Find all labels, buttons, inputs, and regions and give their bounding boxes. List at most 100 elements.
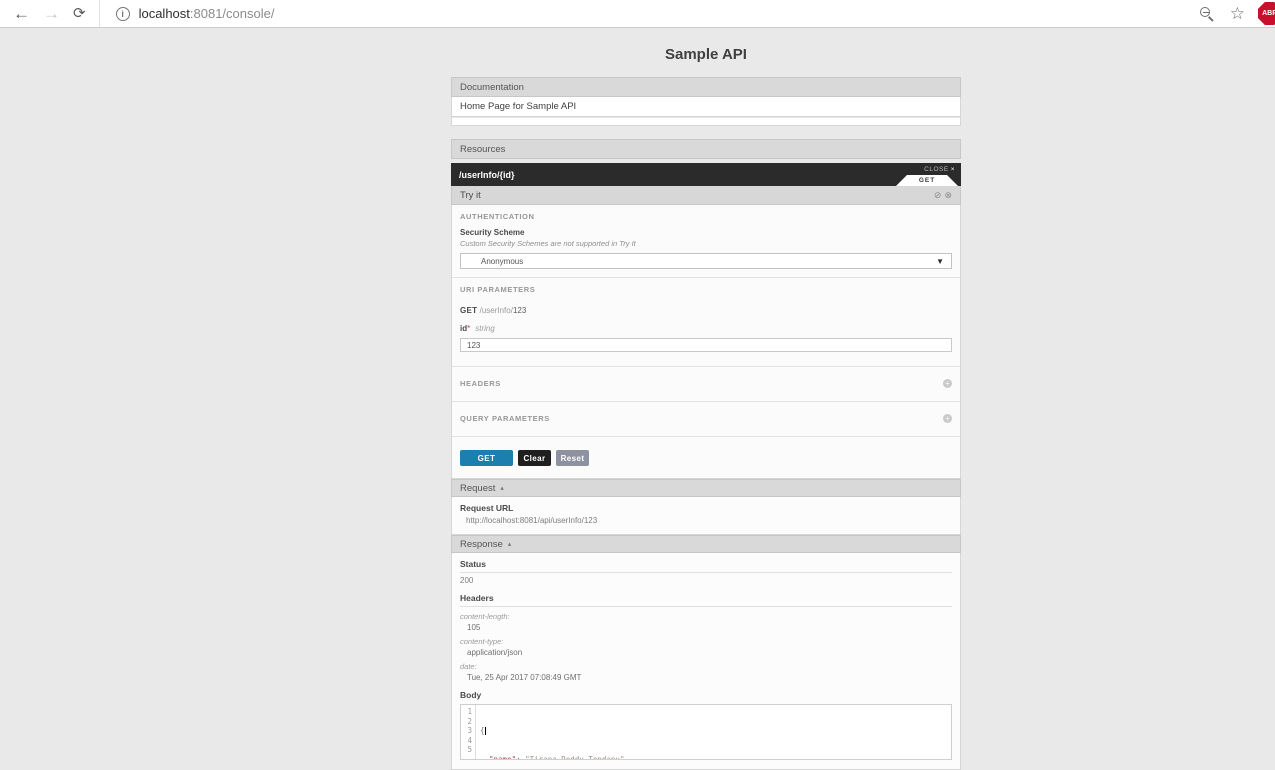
path-value: 123 bbox=[512, 306, 527, 315]
collapse-caret-icon: ▴ bbox=[507, 541, 512, 548]
required-asterisk: * bbox=[467, 324, 471, 333]
request-url-label: Request URL bbox=[460, 503, 514, 513]
try-it-bar: Try it ⊘ ⊗ bbox=[451, 186, 961, 205]
documentation-footer bbox=[451, 117, 961, 126]
response-bar-label: Response bbox=[460, 538, 503, 550]
back-icon[interactable]: ← bbox=[13, 0, 30, 27]
omnibox-divider bbox=[98, 0, 100, 27]
text-cursor bbox=[484, 727, 486, 735]
close-x-icon: × bbox=[950, 166, 955, 173]
get-button[interactable]: GET bbox=[460, 450, 513, 466]
reset-button[interactable]: Reset bbox=[556, 450, 589, 466]
header-value: application/json bbox=[467, 648, 523, 657]
documentation-header-label: Documentation bbox=[460, 81, 524, 93]
resources-header[interactable]: Resources bbox=[451, 139, 961, 159]
try-it-icons: ⊘ ⊗ bbox=[934, 190, 952, 201]
x-circle-icon[interactable]: ⊗ bbox=[944, 190, 952, 201]
add-header-icon[interactable]: + bbox=[943, 379, 952, 388]
headers-section-label: HEADERS bbox=[460, 379, 501, 388]
security-scheme-select[interactable]: Anonymous ▼ bbox=[460, 253, 952, 269]
status-label: Status bbox=[460, 559, 952, 573]
resources-header-label: Resources bbox=[460, 143, 506, 155]
request-preview: GET /userInfo/123 bbox=[460, 306, 952, 315]
zoom-out-icon[interactable] bbox=[1199, 6, 1215, 22]
line-number: 2 bbox=[467, 716, 472, 726]
page-title: Sample API bbox=[665, 46, 747, 63]
response-headers-label: Headers bbox=[460, 593, 952, 607]
request-body: Request URL http://localhost:8081/api/us… bbox=[451, 497, 961, 535]
path-prefix: /userInfo/ bbox=[479, 306, 513, 315]
line-number: 4 bbox=[467, 735, 472, 745]
authentication-section: AUTHENTICATION Security Scheme Custom Se… bbox=[452, 205, 960, 278]
code-line: { bbox=[480, 726, 670, 736]
json-sep: : bbox=[516, 754, 526, 760]
documentation-item-label: Home Page for Sample API bbox=[460, 101, 577, 112]
resource-path: /userInfo/{id} bbox=[459, 169, 515, 180]
header-value: Tue, 25 Apr 2017 07:08:49 GMT bbox=[467, 673, 582, 682]
param-type: string bbox=[475, 324, 495, 333]
api-console: Sample API Documentation Home Page for S… bbox=[451, 46, 961, 770]
toolbar-right: ☆ ABP bbox=[1199, 2, 1275, 25]
method-label: GET bbox=[460, 306, 478, 315]
page-info-icon[interactable]: i bbox=[115, 6, 130, 21]
documentation-header[interactable]: Documentation bbox=[451, 77, 961, 97]
try-it-label: Try it bbox=[460, 189, 481, 201]
forward-icon[interactable]: → bbox=[43, 0, 60, 27]
collapse-caret-icon: ▴ bbox=[500, 485, 504, 492]
code-line: "name": "Tirapa Reddy Tondapu", bbox=[480, 754, 670, 760]
response-body-label: Body bbox=[460, 690, 482, 700]
line-number-gutter: 1 2 3 4 5 bbox=[461, 705, 476, 759]
json-code: { "name": "Tirapa Reddy Tondapu", "compa… bbox=[476, 705, 670, 759]
header-name: content-length: bbox=[460, 612, 510, 621]
bookmark-star-icon[interactable]: ☆ bbox=[1230, 4, 1245, 24]
request-bar[interactable]: Request ▴ bbox=[451, 479, 961, 497]
reload-icon[interactable]: ⟳ bbox=[73, 0, 86, 27]
query-parameters-label: QUERY PARAMETERS bbox=[460, 414, 550, 423]
param-id-label-row: id* string bbox=[460, 324, 952, 333]
json-value: "Tirapa Reddy Tondapu" bbox=[525, 754, 625, 760]
minus-line bbox=[1202, 11, 1209, 13]
slash-circle-icon[interactable]: ⊘ bbox=[934, 190, 942, 201]
line-number: 5 bbox=[467, 745, 472, 754]
security-scheme-label: Security Scheme bbox=[460, 228, 525, 237]
close-label: CLOSE bbox=[924, 166, 949, 173]
close-button[interactable]: CLOSE × bbox=[924, 166, 955, 173]
adblock-extension-icon[interactable]: ABP bbox=[1258, 2, 1275, 25]
response-body-editor[interactable]: 1 2 3 4 5 { "name": "Tirapa Reddy Tondap… bbox=[460, 704, 952, 760]
param-id-input[interactable] bbox=[460, 338, 952, 352]
documentation-item-home[interactable]: Home Page for Sample API bbox=[451, 97, 961, 117]
action-buttons: GET Clear Reset bbox=[452, 437, 960, 478]
security-scheme-selected: Anonymous bbox=[481, 256, 524, 266]
request-url-value: http://localhost:8081/api/userInfo/123 bbox=[466, 516, 598, 525]
add-query-param-icon[interactable]: + bbox=[943, 414, 952, 423]
chevron-down-icon: ▼ bbox=[936, 256, 944, 266]
address-bar[interactable]: localhost:8081/console/ bbox=[139, 6, 275, 21]
header-name: date: bbox=[460, 662, 477, 671]
json-comma: , bbox=[624, 754, 629, 760]
authentication-section-label: AUTHENTICATION bbox=[460, 212, 535, 221]
security-scheme-note: Custom Security Schemes are not supporte… bbox=[460, 239, 636, 248]
status-value: 200 bbox=[460, 576, 474, 585]
line-number: 3 bbox=[467, 726, 472, 735]
uri-parameters-section: URI PARAMETERS GET /userInfo/123 id* stri… bbox=[452, 278, 960, 367]
url-path: :8081/console/ bbox=[189, 6, 275, 21]
uri-parameters-label: URI PARAMETERS bbox=[460, 285, 536, 294]
query-parameters-section[interactable]: QUERY PARAMETERS + bbox=[452, 402, 960, 437]
headers-section[interactable]: HEADERS + bbox=[452, 367, 960, 402]
json-key: "name" bbox=[489, 754, 517, 760]
clear-button[interactable]: Clear bbox=[518, 450, 551, 466]
browser-toolbar: ← → ⟳ i localhost:8081/console/ ☆ ABP bbox=[0, 0, 1275, 28]
header-value: 105 bbox=[467, 623, 481, 632]
url-host: localhost bbox=[138, 6, 190, 21]
response-bar[interactable]: Response ▴ bbox=[451, 535, 961, 553]
line-number: 1 bbox=[467, 707, 472, 716]
resource-bar[interactable]: /userInfo/{id} CLOSE × GET bbox=[451, 163, 961, 186]
response-header-row: date: Tue, 25 Apr 2017 07:08:49 GMT bbox=[460, 662, 952, 682]
request-bar-label: Request bbox=[460, 482, 496, 494]
response-header-row: content-length: 105 bbox=[460, 612, 952, 632]
header-name: content-type: bbox=[460, 637, 504, 646]
response-header-row: content-type: application/json bbox=[460, 637, 952, 657]
lens-handle bbox=[1208, 15, 1214, 21]
method-tab-get[interactable]: GET bbox=[896, 175, 958, 186]
try-it-panel: AUTHENTICATION Security Scheme Custom Se… bbox=[451, 205, 961, 479]
